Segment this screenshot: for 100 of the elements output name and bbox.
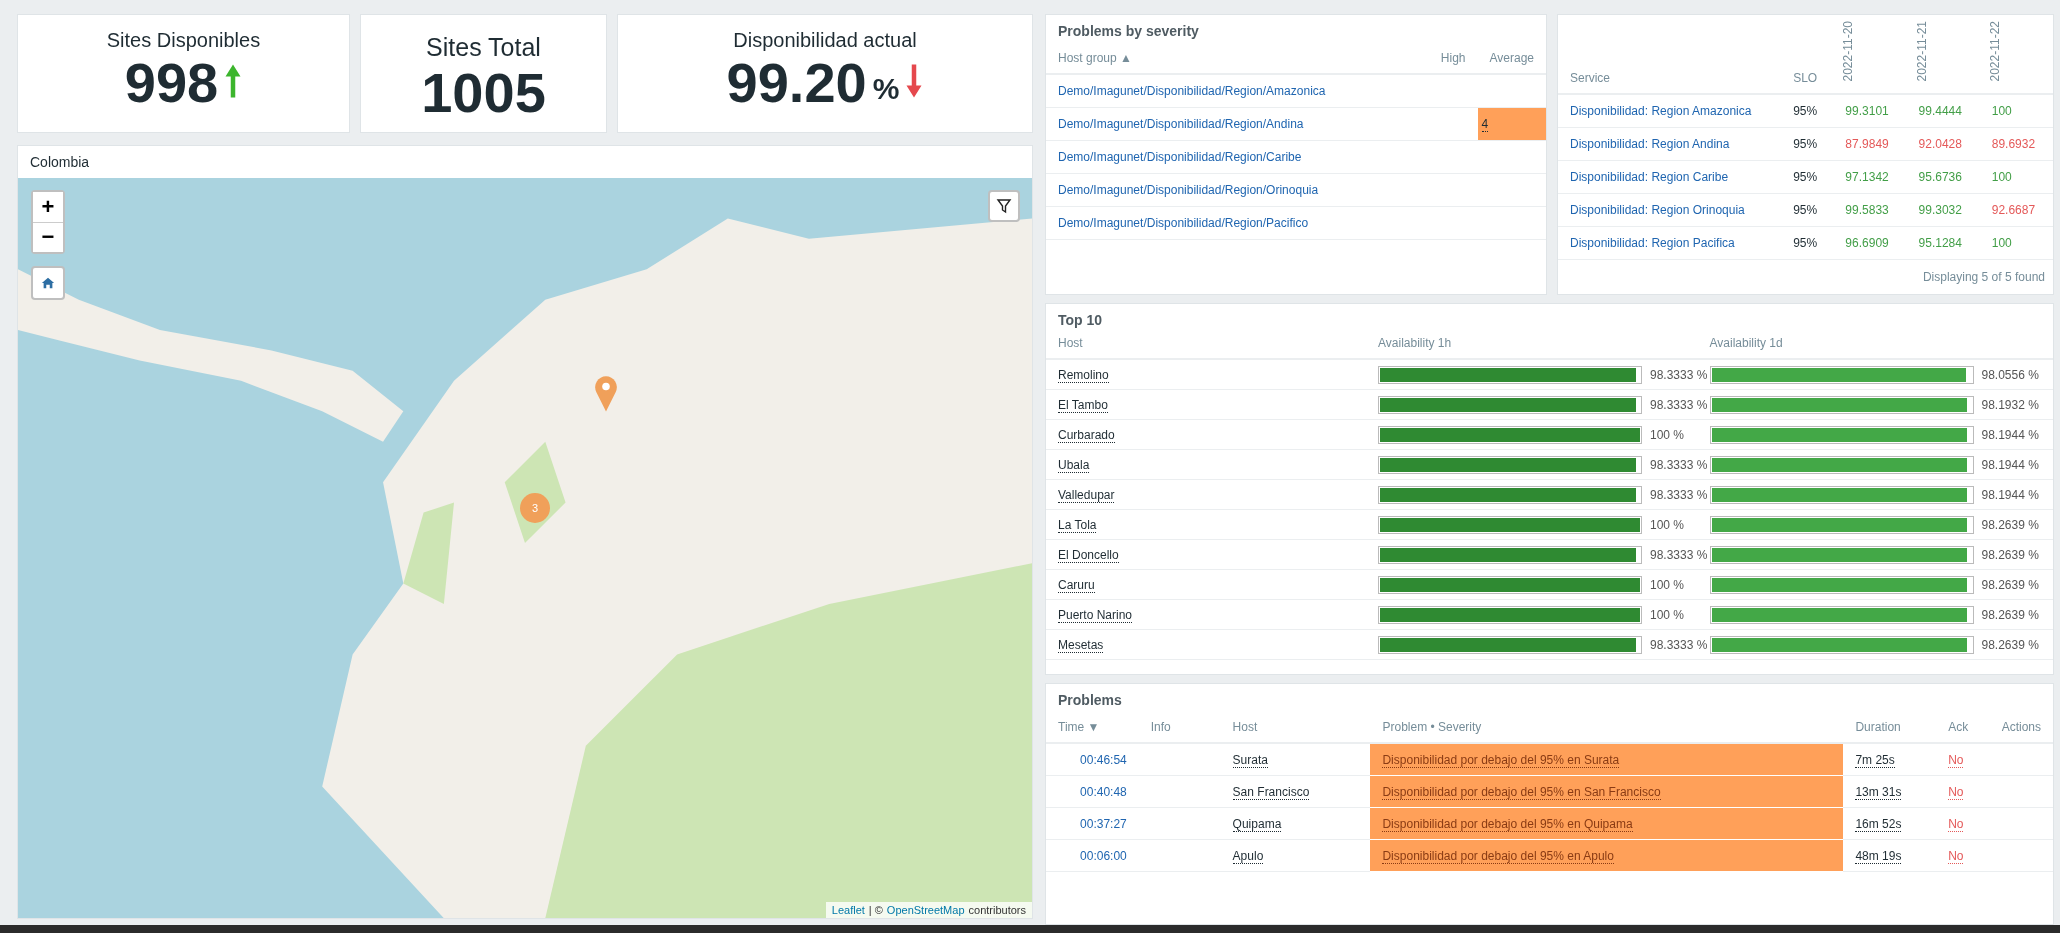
panel-title: Top 10 (1057, 311, 1104, 330)
slo-cell: 95% (1781, 127, 1834, 160)
panel-title: Colombia (29, 152, 91, 172)
ack-link[interactable]: No (1948, 816, 1964, 832)
availability-value: 98.0556 % (1981, 367, 2039, 382)
host-link[interactable]: La Tola (1058, 517, 1097, 533)
slo-cell: 95% (1781, 193, 1834, 226)
time-link[interactable]: 00:46:54 (1080, 752, 1127, 767)
host-link[interactable]: Remolino (1058, 367, 1109, 383)
service-link[interactable]: Disponibilidad: Region Pacifica (1570, 235, 1735, 250)
availability-value: 100 % (1650, 427, 1685, 442)
ack-link[interactable]: No (1948, 784, 1964, 800)
availability-value: 98.2639 % (1981, 517, 2039, 532)
host-link[interactable]: Quipama (1232, 816, 1282, 832)
availability-value: 98.2639 % (1981, 607, 2039, 622)
ack-link[interactable]: No (1948, 848, 1964, 864)
host-link[interactable]: Valledupar (1058, 487, 1115, 503)
metric-title: Sites Total (426, 33, 541, 62)
service-link[interactable]: Disponibilidad: Region Caribe (1570, 169, 1729, 184)
host-group-link[interactable]: Demo/Imagunet/Disponibilidad/Region/Pacifico (1058, 216, 1309, 230)
host-link[interactable]: El Doncello (1058, 547, 1119, 563)
host-group-link[interactable]: Demo/Imagunet/Disponibilidad/Region/Caribe (1058, 150, 1302, 164)
problem-cell[interactable]: Disponibilidad por debajo del 95% en Quipama (1370, 807, 1844, 840)
availability-value: 98.3333 % (1650, 367, 1708, 382)
availability-value: 98.1932 % (1981, 397, 2039, 412)
column-header[interactable]: Time ▼ (1046, 716, 1139, 743)
sli-cell: 99.3032 (1906, 193, 1980, 226)
availability-value: 98.3333 % (1650, 487, 1708, 502)
column-header[interactable]: Host group ▲ (1046, 47, 1414, 74)
column-header: SLO (1781, 15, 1834, 94)
ack-link[interactable]: No (1948, 752, 1964, 768)
attribution-text: contributors (968, 904, 1026, 916)
sli-cell: 92.6687 (1979, 193, 2053, 226)
host-link[interactable]: Ubala (1058, 457, 1090, 473)
filter-button[interactable] (988, 189, 1020, 222)
time-link[interactable]: 00:06:00 (1080, 848, 1127, 863)
column-header: Duration (1843, 716, 1937, 743)
availability-value: 98.2639 % (1981, 547, 2039, 562)
sli-cell: 100 (1979, 160, 2053, 193)
sli-cell: 100 (1979, 93, 2053, 127)
slo-cell: 95% (1781, 93, 1834, 127)
host-link[interactable]: El Tambo (1058, 397, 1108, 413)
problem-cell[interactable]: Disponibilidad por debajo del 95% en Surata (1370, 743, 1844, 776)
service-link[interactable]: Disponibilidad: Region Andina (1570, 136, 1730, 151)
duration-link[interactable]: 13m 31s (1855, 784, 1902, 800)
home-button[interactable] (31, 265, 65, 300)
host-link[interactable]: Mesetas (1058, 637, 1104, 653)
host-link[interactable]: Caruru (1058, 577, 1095, 593)
availability-value: 100 % (1650, 517, 1685, 532)
metric-unit: % (872, 71, 900, 106)
filter-icon (996, 197, 1012, 214)
date-column-header: 2022-11-21 (1914, 21, 1929, 82)
home-icon (41, 275, 55, 290)
sli-cell: 99.5833 (1833, 193, 1907, 226)
availability-value: 98.3333 % (1650, 397, 1708, 412)
duration-link[interactable]: 48m 19s (1855, 848, 1902, 864)
host-group-link[interactable]: Demo/Imagunet/Disponibilidad/Region/Andina (1058, 117, 1304, 131)
availability-value: 98.2639 % (1981, 577, 2039, 592)
host-group-link[interactable]: Demo/Imagunet/Disponibilidad/Region/Amazonica (1058, 84, 1326, 98)
time-link[interactable]: 00:37:27 (1080, 816, 1127, 831)
availability-value: 100 % (1650, 607, 1685, 622)
column-header: Availability 1h (1378, 336, 1453, 350)
slo-cell: 95% (1781, 226, 1834, 259)
availability-value: 98.1944 % (1981, 487, 2039, 502)
availability-value: 98.3333 % (1650, 547, 1708, 562)
problem-cell[interactable]: Disponibilidad por debajo del 95% en Apulo (1370, 839, 1844, 872)
duration-link[interactable]: 7m 25s (1855, 752, 1895, 768)
sli-cell: 95.6736 (1906, 160, 1980, 193)
host-link[interactable]: Surata (1232, 752, 1268, 768)
slo-cell: 95% (1781, 160, 1834, 193)
average-count-cell[interactable]: 4 (1477, 107, 1546, 141)
sli-cell: 95.1284 (1906, 226, 1980, 259)
metric-value: 99.20 (726, 52, 867, 114)
table-footer: Displaying 5 of 5 found (1558, 259, 2053, 294)
host-link[interactable]: Puerto Narino (1058, 607, 1133, 623)
sli-cell: 87.9849 (1833, 127, 1907, 160)
availability-value: 98.3333 % (1650, 637, 1708, 652)
host-link[interactable]: Apulo (1232, 848, 1264, 864)
leaflet-link[interactable]: Leaflet (831, 904, 865, 916)
metric-title: Sites Disponibles (106, 29, 261, 52)
duration-link[interactable]: 16m 52s (1855, 816, 1902, 832)
openstreetmap-link[interactable]: OpenStreetMap (886, 904, 965, 916)
sli-cell: 92.0428 (1906, 127, 1980, 160)
column-header[interactable]: High (1413, 47, 1478, 74)
host-link[interactable]: Curbarado (1058, 427, 1115, 443)
sli-cell: 99.4444 (1906, 93, 1980, 127)
zoom-out-button[interactable]: − (33, 221, 63, 252)
metric-title: Disponibilidad actual (733, 29, 917, 52)
problem-cell[interactable]: Disponibilidad por debajo del 95% en San Francisco (1370, 775, 1844, 808)
service-link[interactable]: Disponibilidad: Region Amazonica (1570, 103, 1752, 118)
sli-cell: 97.1342 (1833, 160, 1907, 193)
time-link[interactable]: 00:40:48 (1080, 784, 1127, 799)
host-link[interactable]: San Francisco (1232, 784, 1310, 800)
sli-cell: 89.6932 (1979, 127, 2053, 160)
sli-cell: 99.3101 (1833, 93, 1907, 127)
column-header: Host (1058, 336, 1084, 350)
column-header[interactable]: Average (1477, 47, 1546, 74)
host-group-link[interactable]: Demo/Imagunet/Disponibilidad/Region/Orinoquia (1058, 183, 1319, 197)
sli-cell: 96.6909 (1833, 226, 1907, 259)
service-link[interactable]: Disponibilidad: Region Orinoquia (1570, 202, 1745, 217)
